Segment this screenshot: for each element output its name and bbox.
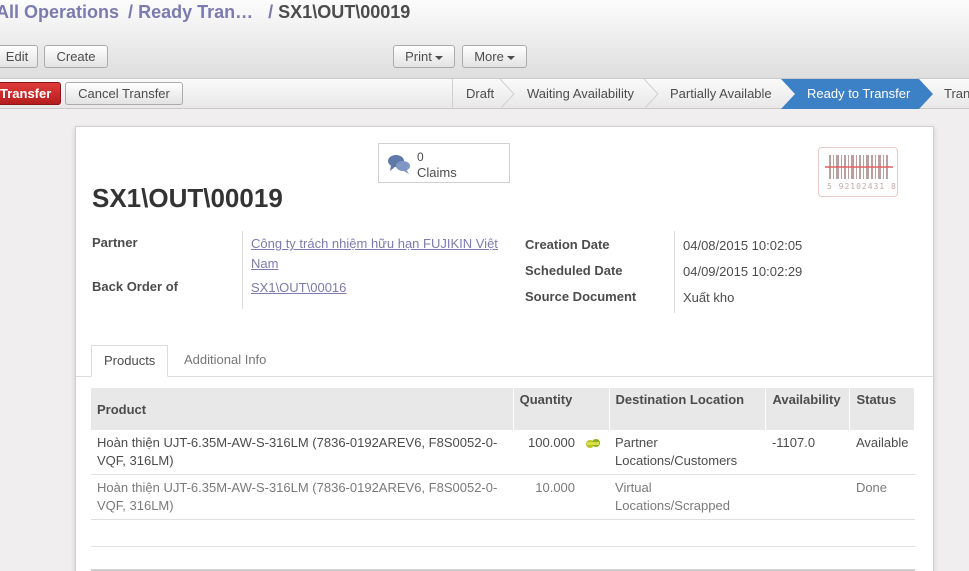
source-document-field[interactable]: Xuất kho	[683, 288, 734, 308]
stage-waiting-availability[interactable]: Waiting Availability	[514, 79, 646, 109]
column-header-status[interactable]: Status	[849, 388, 915, 430]
breadcrumb-current: SX1\OUT\00019	[278, 2, 411, 22]
status-cell: Available	[849, 430, 915, 475]
stage-partially-available[interactable]: Partially Available	[657, 79, 782, 109]
print-button-label: Print	[405, 49, 432, 64]
partner-label: Partner	[92, 235, 138, 250]
chevron-down-icon	[434, 55, 443, 60]
field-divider	[674, 231, 675, 313]
print-button[interactable]: Print	[393, 45, 455, 68]
edit-button[interactable]: Edit	[0, 45, 38, 68]
move-lines-table: Product Quantity Destination Location Av…	[91, 388, 915, 547]
quantity-value: 100.000	[528, 435, 576, 450]
more-button-label: More	[474, 49, 504, 64]
create-button[interactable]: Create	[44, 45, 108, 68]
stage-active-left-notch-icon	[781, 79, 799, 109]
quantity-cell: 100.000	[513, 430, 610, 475]
creation-date-field: 04/08/2015 10:02:05	[683, 238, 803, 253]
breadcrumb-ready-transfers[interactable]: Ready Tran…	[138, 2, 253, 22]
transfer-button[interactable]: Transfer	[0, 82, 61, 105]
source-document-label: Source Document	[525, 289, 637, 304]
quantity-cell: 10.000	[513, 474, 610, 520]
destination-cell: Partner Locations/Customers	[609, 430, 766, 475]
cancel-transfer-button[interactable]: Cancel Transfer	[65, 82, 183, 105]
availability-check-icon[interactable]	[585, 437, 601, 449]
partner-field[interactable]: Công ty trách nhiệm hữu hạn FUJIKIN Việt…	[251, 234, 516, 274]
product-cell: Hoàn thiện UJT-6.35M-AW-S-316LM (7836-01…	[91, 430, 514, 475]
chevron-down-icon	[506, 55, 515, 60]
table-header-row: Product Quantity Destination Location Av…	[91, 388, 915, 430]
destination-cell: Virtual Locations/Scrapped	[609, 474, 766, 520]
quantity-value: 10.000	[535, 480, 576, 495]
claims-button[interactable]: 0 Claims	[378, 143, 510, 183]
barcode-number: 5 92102431 8	[827, 182, 897, 191]
stage-draft[interactable]: Draft	[452, 79, 500, 109]
back-order-label: Back Order of	[92, 279, 178, 294]
back-order-field[interactable]: SX1\OUT\00016	[251, 278, 451, 298]
column-header-quantity[interactable]: Quantity	[513, 388, 610, 430]
scheduled-date-field[interactable]: 04/09/2015 10:02:29	[683, 262, 802, 282]
creation-date-label: Creation Date	[525, 237, 610, 252]
availability-cell	[765, 474, 850, 520]
breadcrumb-all-operations[interactable]: All Operations	[0, 2, 119, 22]
claims-label: Claims	[417, 165, 457, 180]
stage-ready-to-transfer[interactable]: Ready to Transfer	[799, 79, 919, 109]
claims-count: 0	[417, 150, 424, 164]
barcode-icon	[825, 155, 893, 179]
stage-transferred[interactable]: Tran	[931, 79, 969, 109]
tab-additional-info[interactable]: Additional Info	[172, 345, 278, 377]
form-statusbar: Transfer Cancel Transfer Draft Waiting A…	[0, 79, 969, 109]
product-cell: Hoàn thiện UJT-6.35M-AW-S-316LM (7836-01…	[91, 474, 514, 520]
table-row[interactable]: Hoàn thiện UJT-6.35M-AW-S-316LM (7836-01…	[91, 474, 915, 520]
barcode-stamp: 5 92102431 8	[818, 147, 898, 197]
form-sheet: 0 Claims 5 92102431 8 SX1\OUT\00019 Part…	[75, 126, 935, 571]
column-header-destination[interactable]: Destination Location	[609, 388, 767, 430]
table-row[interactable]: Hoàn thiện UJT-6.35M-AW-S-316LM (7836-01…	[91, 430, 915, 475]
table-row-empty	[91, 519, 915, 547]
comments-icon	[388, 155, 410, 174]
breadcrumb-separator: /	[128, 2, 134, 22]
page-title: SX1\OUT\00019	[92, 183, 283, 213]
availability-cell: -1107.0	[765, 430, 850, 475]
tab-products[interactable]: Products	[91, 345, 169, 377]
notebook-tabs: Products Additional Info	[76, 345, 935, 377]
column-header-availability[interactable]: Availability	[765, 388, 851, 430]
breadcrumb: All Operations / Ready Tran… / SX1\OUT\0…	[0, 2, 410, 23]
scheduled-date-label: Scheduled Date	[525, 263, 623, 278]
breadcrumb-separator: /	[268, 2, 274, 22]
field-divider	[242, 231, 243, 309]
column-header-product[interactable]: Product	[91, 388, 514, 430]
status-cell: Done	[849, 474, 915, 520]
control-panel: All Operations / Ready Tran… / SX1\OUT\0…	[0, 0, 969, 79]
more-button[interactable]: More	[462, 45, 527, 68]
